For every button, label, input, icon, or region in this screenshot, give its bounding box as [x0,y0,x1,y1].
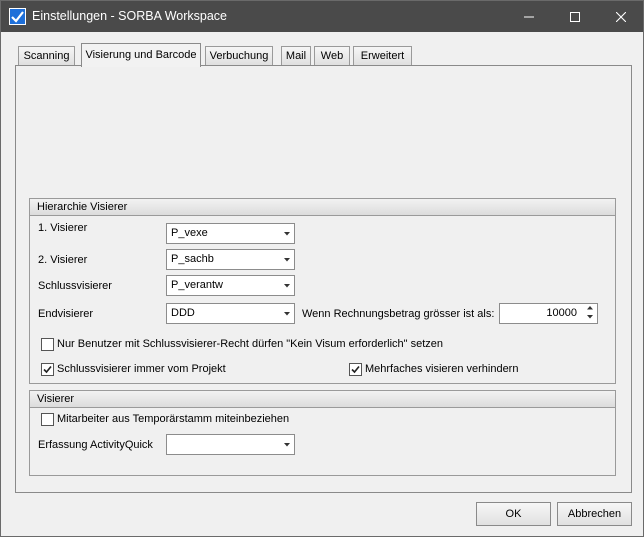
maximize-button[interactable] [552,1,598,32]
endvisierer-value: DDD [171,307,195,319]
visierer1-label: 1. Visierer [38,222,88,234]
endvisierer-combo[interactable]: DDD [166,303,295,324]
group-visierer: Visierer Mitarbeiter aus Temporärstamm m… [29,390,616,476]
betrag-value: 10000 [546,307,577,319]
window-title: Einstellungen - SORBA Workspace [32,9,228,23]
tab-erweitert[interactable]: Erweitert [353,46,412,66]
schlussvisierer-combo[interactable]: P_verantw [166,275,295,296]
close-button[interactable] [598,1,644,32]
activityquick-label: Erfassung ActivityQuick [38,439,153,451]
visierer2-value: P_sachb [171,253,214,265]
chevron-down-icon [284,312,290,316]
minimize-button[interactable] [506,1,552,32]
nur-benutzer-checkbox[interactable] [41,338,54,351]
visierer1-value: P_vexe [171,227,208,239]
minimize-icon [524,16,534,17]
schlussvisierer-label: Schlussvisierer [38,280,112,292]
mehrfach-visieren-label: Mehrfaches visieren verhindern [365,363,519,375]
app-checkmark-icon [9,8,26,25]
schlussvisierer-projekt-checkbox[interactable] [41,363,54,376]
tab-verbuchung[interactable]: Verbuchung [205,46,273,66]
visierer1-combo[interactable]: P_vexe [166,223,295,244]
group-hierarchie-visierer: Hierarchie Visierer 1. Visierer P_vexe 2… [29,198,616,384]
spin-down-icon [587,315,593,319]
activityquick-combo[interactable] [166,434,295,455]
schlussvisierer-value: P_verantw [171,279,223,291]
close-icon [616,11,626,22]
spin-up-icon [587,306,593,310]
schlussvisierer-projekt-label: Schlussvisierer immer vom Projekt [57,363,226,375]
chevron-down-icon [284,258,290,262]
abbrechen-button[interactable]: Abbrechen [557,502,632,526]
visierer2-label: 2. Visierer [38,254,88,266]
maximize-icon [570,11,580,22]
checkmark-icon [351,365,360,374]
betrag-spinner[interactable]: 10000 [499,303,598,324]
chevron-down-icon [284,232,290,236]
endvisierer-label: Endvisierer [38,308,94,320]
mitarbeiter-temporaer-checkbox[interactable] [41,413,54,426]
tab-mail[interactable]: Mail [281,46,311,66]
chevron-down-icon [284,284,290,288]
chevron-down-icon [284,443,290,447]
mehrfach-visieren-checkbox[interactable] [349,363,362,376]
mitarbeiter-temporaer-label: Mitarbeiter aus Temporärstamm miteinbezi… [57,413,290,425]
group-header-visierer: Visierer [30,391,615,408]
group-header-hierarchie: Hierarchie Visierer [30,199,615,216]
checkmark-icon [43,365,52,374]
visierer2-combo[interactable]: P_sachb [166,249,295,270]
tab-scanning[interactable]: Scanning [18,46,75,66]
betrag-label: Wenn Rechnungsbetrag grösser ist als: [302,308,495,320]
tab-visierung-und-barcode[interactable]: Visierung und Barcode [81,43,201,67]
tab-web[interactable]: Web [314,46,350,66]
nur-benutzer-label: Nur Benutzer mit Schlussvisierer-Recht d… [57,338,444,350]
title-bar[interactable]: Einstellungen - SORBA Workspace [1,1,643,32]
settings-window: Einstellungen - SORBA Workspace Scanning… [0,0,644,537]
ok-button[interactable]: OK [476,502,551,526]
